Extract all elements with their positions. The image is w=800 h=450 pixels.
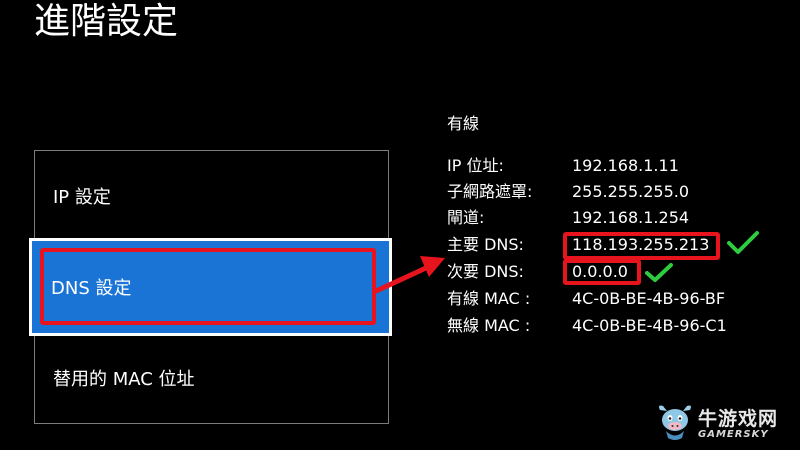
section-header-wired: 有線	[447, 114, 480, 133]
info-label: 子網路遮罩:	[447, 182, 533, 201]
page-title: 進階設定	[34, 1, 179, 42]
info-label: 有線 MAC :	[447, 289, 531, 308]
info-label: IP 位址:	[447, 156, 504, 175]
watermark-text-en: GAMERSKY	[698, 429, 769, 440]
check-icon	[727, 231, 759, 254]
info-value: 192.168.1.11	[572, 156, 679, 175]
info-value: 255.255.255.0	[572, 182, 690, 201]
watermark-logo: 牛游戏网 GAMERSKY	[652, 402, 797, 446]
info-label: 次要 DNS:	[447, 262, 524, 281]
menu-item-ip-settings[interactable]: IP 設定	[35, 151, 388, 241]
menu-item-label: IP 設定	[53, 187, 111, 208]
info-value: 4C-0B-BE-4B-96-BF	[572, 289, 726, 308]
menu-item-dns-settings[interactable]: DNS 設定	[29, 238, 392, 336]
menu-item-label: DNS 設定	[51, 278, 132, 299]
watermark-text-cn: 牛游戏网	[698, 408, 779, 430]
info-value: 118.193.255.213	[572, 235, 710, 254]
check-icon	[645, 263, 673, 282]
info-label: 閘道:	[447, 208, 485, 227]
info-value: 0.0.0.0	[572, 262, 628, 281]
menu-item-alternate-mac[interactable]: 替用的 MAC 位址	[35, 333, 388, 423]
info-value: 4C-0B-BE-4B-96-C1	[572, 316, 727, 335]
info-label: 主要 DNS:	[447, 235, 524, 254]
info-label: 無線 MAC :	[447, 316, 531, 335]
menu-item-label: 替用的 MAC 位址	[53, 369, 195, 390]
bull-mascot-icon	[659, 405, 691, 440]
info-value: 192.168.1.254	[572, 208, 690, 227]
